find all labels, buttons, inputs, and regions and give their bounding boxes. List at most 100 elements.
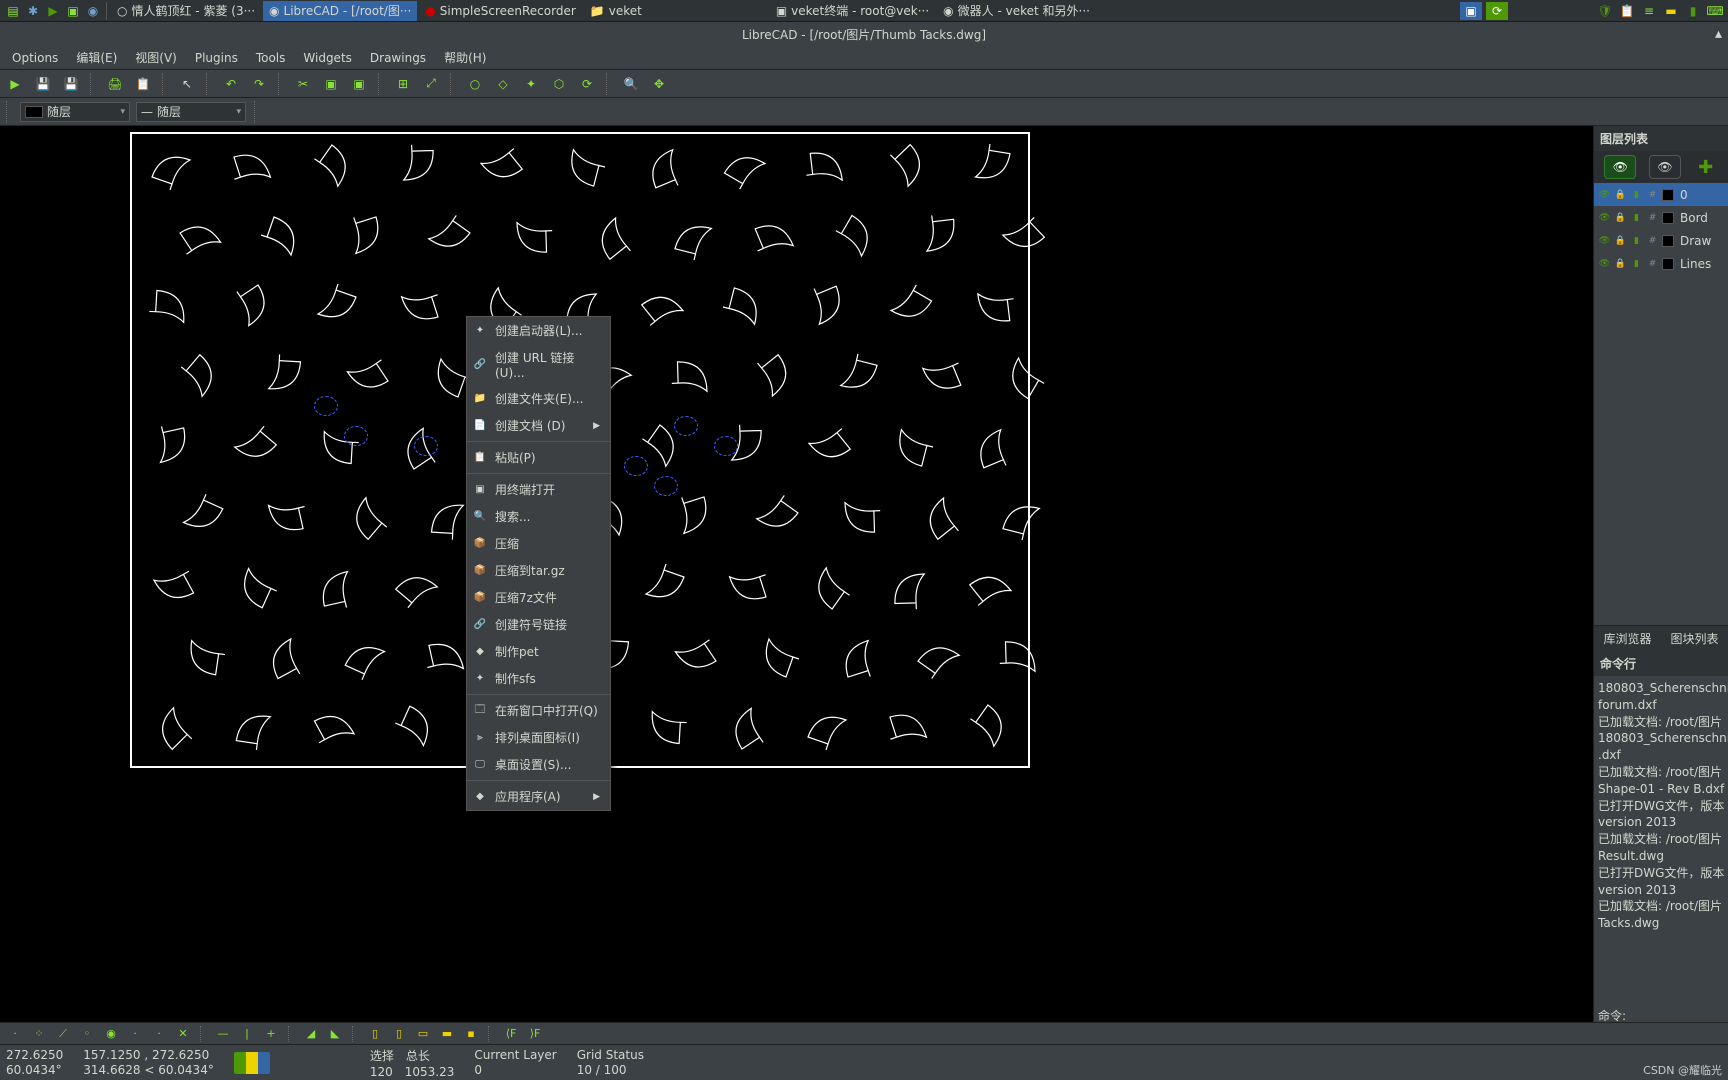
context-menu-item[interactable]: ▣用终端打开 <box>467 476 610 503</box>
dim4-icon[interactable]: ▬ <box>438 1025 456 1043</box>
context-menu-item[interactable]: 📋粘贴(P) <box>467 444 610 471</box>
snap-dist-icon[interactable]: · <box>150 1025 168 1043</box>
shield-icon[interactable]: 🛡 <box>1596 2 1614 20</box>
tab-blocklist[interactable]: 图块列表 <box>1661 626 1728 651</box>
context-menu-item[interactable]: 📁创建文件夹(E)... <box>467 385 610 412</box>
menu-help[interactable]: 帮助(H) <box>436 46 494 69</box>
taskbar-item-veket[interactable]: 📁veket <box>584 1 648 21</box>
menu-plugins[interactable]: Plugins <box>187 48 246 68</box>
layer-row[interactable]: 👁 🔒 ▮ # Lines <box>1594 252 1728 275</box>
linetype-combo[interactable]: —随层 <box>136 102 246 122</box>
taskbar-item-microbot[interactable]: ◉微器人 - veket 和另外··· <box>937 1 1096 21</box>
snap-inter-icon[interactable]: ✕ <box>174 1025 192 1043</box>
window-minimize-icon[interactable]: ▴ <box>1715 26 1722 42</box>
context-menu-item[interactable]: 📦压缩到tar.gz <box>467 557 610 584</box>
context-menu-item[interactable]: ◆应用程序(A)▶ <box>467 783 610 810</box>
context-menu-item[interactable]: 🔍搜索... <box>467 503 610 530</box>
snap-center-icon[interactable]: ◉ <box>102 1025 120 1043</box>
redo-icon[interactable]: ↷ <box>248 73 270 95</box>
browser-icon[interactable]: ◉ <box>84 2 102 20</box>
taskbar-item-recorder[interactable]: ●SimpleScreenRecorder <box>419 1 582 21</box>
dim3-icon[interactable]: ▭ <box>414 1025 432 1043</box>
dim1-icon[interactable]: ▯ <box>366 1025 384 1043</box>
snap-free-icon[interactable]: · <box>6 1025 24 1043</box>
restrict-h-icon[interactable]: — <box>214 1025 232 1043</box>
system-menu-icon[interactable]: ▤ <box>4 2 22 20</box>
print-icon[interactable]: 🖨 <box>104 73 126 95</box>
clipboard-icon[interactable]: 📋 <box>1618 2 1636 20</box>
menu-view[interactable]: 视图(V) <box>127 46 185 69</box>
drawing-entity <box>332 480 400 554</box>
taskbar-item-librecad[interactable]: ◉LibreCAD - [/root/图··· <box>263 1 417 21</box>
menu-tools[interactable]: Tools <box>248 48 294 68</box>
context-menu-item[interactable]: 🖵桌面设置(S)... <box>467 751 610 778</box>
context-menu-item[interactable]: ✦制作sfs <box>467 665 610 692</box>
restrict-v-icon[interactable]: | <box>238 1025 256 1043</box>
undo-icon[interactable]: ↶ <box>220 73 242 95</box>
save-icon[interactable]: 💾 <box>32 73 54 95</box>
taskbar-item-music[interactable]: ○情人鹤顶红 - 紫菱 (3··· <box>111 1 261 21</box>
snap-mid-icon[interactable]: · <box>126 1025 144 1043</box>
context-menu-item[interactable]: ✦创建启动器(L)... <box>467 317 610 344</box>
context-menu-item[interactable]: ⫸排列桌面图标(I) <box>467 724 610 751</box>
context-menu-item[interactable]: 🗔在新窗口中打开(Q) <box>467 697 610 724</box>
snap5-icon[interactable]: ⟳ <box>576 73 598 95</box>
layer-row[interactable]: 👁 🔒 ▮ # Bord <box>1594 206 1728 229</box>
globe-icon[interactable]: ✱ <box>24 2 42 20</box>
context-menu-item[interactable]: ◆制作pet <box>467 638 610 665</box>
context-menu-item[interactable]: 📄创建文档 (D)▶ <box>467 412 610 439</box>
drawing-entity <box>381 553 455 621</box>
relzero-icon[interactable]: ◢ <box>302 1025 320 1043</box>
drawing-canvas[interactable]: ✦创建启动器(L)...🔗创建 URL 链接(U)...📁创建文件夹(E)...… <box>0 126 1593 1026</box>
pan-icon[interactable]: ✥ <box>648 73 670 95</box>
cut-icon[interactable]: ✂ <box>292 73 314 95</box>
sync-icon[interactable]: ⟳ <box>1486 2 1508 20</box>
snap-end-icon[interactable]: ⟋ <box>54 1025 72 1043</box>
menu-widgets[interactable]: Widgets <box>295 48 360 68</box>
drawing-entity <box>245 618 322 696</box>
info1-icon[interactable]: ⟨F <box>502 1025 520 1043</box>
network-icon[interactable]: ≡ <box>1640 2 1658 20</box>
taskbar-item-terminal[interactable]: ▣veket终端 - root@vek··· <box>770 1 935 21</box>
dim2-icon[interactable]: ▯ <box>390 1025 408 1043</box>
layer-row[interactable]: 👁 🔒 ▮ # 0 <box>1594 183 1728 206</box>
snap1-icon[interactable]: ○ <box>464 73 486 95</box>
info2-icon[interactable]: ⟩F <box>526 1025 544 1043</box>
tab-library[interactable]: 库浏览器 <box>1594 626 1661 651</box>
context-menu-item[interactable]: 📦压缩7z文件 <box>467 584 610 611</box>
preview-icon[interactable]: 📋 <box>132 73 154 95</box>
snap-grid-icon[interactable]: ⁘ <box>30 1025 48 1043</box>
axis-icon[interactable]: ⤢ <box>420 73 442 95</box>
paste-icon[interactable]: ▣ <box>348 73 370 95</box>
layer-row[interactable]: 👁 🔒 ▮ # Draw <box>1594 229 1728 252</box>
context-menu-item[interactable]: 🔗创建符号链接 <box>467 611 610 638</box>
saveas-icon[interactable]: 💾 <box>60 73 82 95</box>
add-layer-icon[interactable]: ✚ <box>1694 155 1718 179</box>
menu-edit[interactable]: 编辑(E) <box>68 46 125 69</box>
workspace-icon[interactable]: ▣ <box>1460 2 1482 20</box>
menu-options[interactable]: Options <box>4 48 66 68</box>
grid-icon[interactable]: ⊞ <box>392 73 414 95</box>
zoom-icon[interactable]: 🔍 <box>620 73 642 95</box>
lockrelzero-icon[interactable]: ◣ <box>326 1025 344 1043</box>
context-menu-item[interactable]: 📦压缩 <box>467 530 610 557</box>
snap4-icon[interactable]: ⬡ <box>548 73 570 95</box>
toggle-all-icon[interactable]: 👁 <box>1649 155 1681 179</box>
battery-icon[interactable]: ▮ <box>1684 2 1702 20</box>
copy-icon[interactable]: ▣ <box>320 73 342 95</box>
keyboard-icon[interactable]: ⌨ <box>1706 2 1724 20</box>
toggle-visibility-icon[interactable]: 👁 <box>1604 155 1636 179</box>
new-file-icon[interactable]: ▶ <box>4 73 26 95</box>
volume-icon[interactable]: ▬ <box>1662 2 1680 20</box>
cursor-icon[interactable]: ↖ <box>176 73 198 95</box>
play-icon[interactable]: ▶ <box>44 2 62 20</box>
snap-on-icon[interactable]: ◦ <box>78 1025 96 1043</box>
snap2-icon[interactable]: ◇ <box>492 73 514 95</box>
layer-combo[interactable]: 随层 <box>20 102 130 122</box>
context-menu-item[interactable]: 🔗创建 URL 链接(U)... <box>467 344 610 385</box>
dim5-icon[interactable]: ▪ <box>462 1025 480 1043</box>
snap3-icon[interactable]: ✦ <box>520 73 542 95</box>
restrict-ortho-icon[interactable]: + <box>262 1025 280 1043</box>
terminal-icon[interactable]: ▣ <box>64 2 82 20</box>
menu-drawings[interactable]: Drawings <box>362 48 434 68</box>
